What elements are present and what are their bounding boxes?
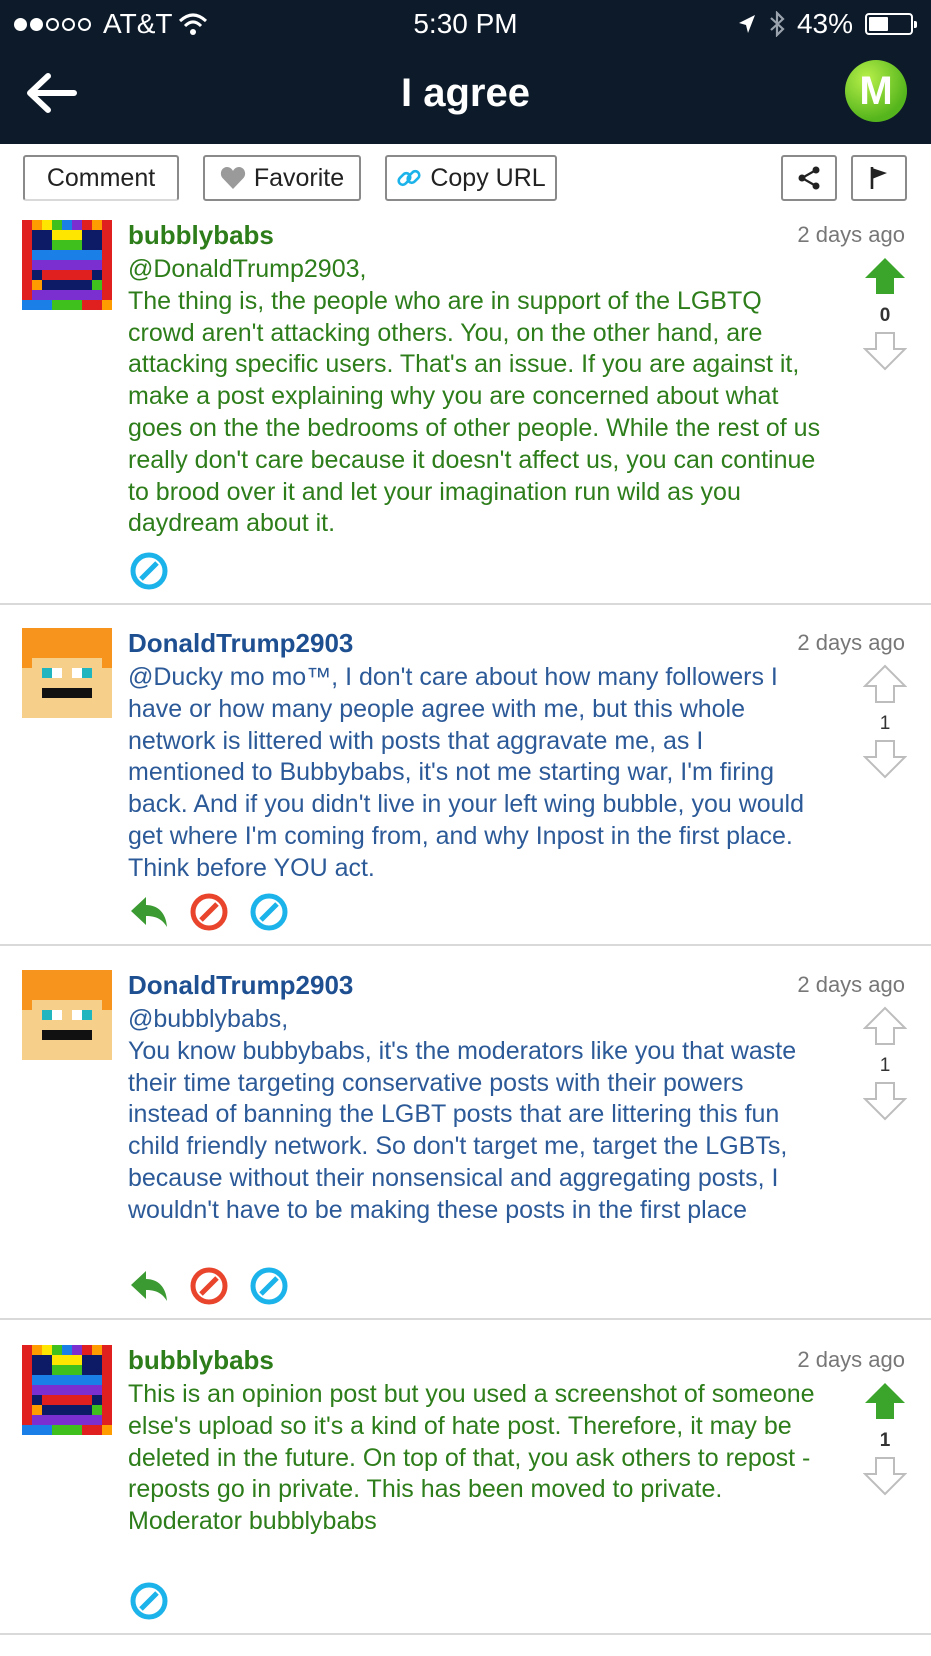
hide-icon[interactable] — [248, 891, 290, 933]
downvote-arrow-icon[interactable] — [862, 331, 908, 371]
heart-icon — [220, 167, 245, 189]
comment-text: This is an opinion post but you used a s… — [128, 1380, 815, 1536]
battery-icon — [865, 13, 917, 35]
status-bar: AT&T 5:30 PM 43% — [0, 0, 931, 46]
comment-item: DonaldTrump2903 2 days ago @bubblybabs, … — [0, 970, 931, 1320]
downvote-arrow-icon[interactable] — [862, 1081, 908, 1121]
avatar[interactable] — [22, 220, 112, 310]
avatar[interactable] — [22, 628, 112, 718]
downvote-arrow-icon[interactable] — [862, 739, 908, 779]
hide-icon[interactable] — [128, 550, 170, 592]
block-icon[interactable] — [188, 1265, 230, 1307]
avatar[interactable] — [22, 970, 112, 1060]
app-logo[interactable]: M — [845, 60, 907, 122]
vote-box: 0 — [861, 256, 909, 376]
username[interactable]: bubblybabs — [128, 220, 274, 251]
reply-icon[interactable] — [128, 1265, 170, 1307]
vote-count: 0 — [879, 305, 891, 326]
vote-box: 1 — [861, 1381, 909, 1501]
link-icon — [397, 169, 421, 187]
copy-url-button[interactable]: Copy URL — [385, 155, 557, 201]
vote-count: 1 — [879, 1430, 891, 1451]
timestamp: 2 days ago — [797, 222, 905, 247]
comment-text: @bubblybabs, You know bubbybabs, it's th… — [128, 1005, 797, 1224]
battery-percent: 43% — [796, 8, 853, 39]
reply-icon[interactable] — [128, 891, 170, 933]
comment-item: DonaldTrump2903 2 days ago @Ducky mo mo™… — [0, 628, 931, 946]
flag-icon — [870, 167, 887, 189]
avatar[interactable] — [22, 1345, 112, 1435]
favorite-button[interactable]: Favorite — [203, 155, 361, 201]
vote-count: 1 — [879, 1055, 891, 1076]
hide-icon[interactable] — [248, 1265, 290, 1307]
comment-button[interactable]: Comment — [23, 155, 179, 201]
vote-count: 1 — [879, 713, 891, 734]
upvote-arrow-icon[interactable] — [862, 1006, 908, 1046]
block-icon[interactable] — [188, 891, 230, 933]
downvote-arrow-icon[interactable] — [862, 1456, 908, 1496]
timestamp: 2 days ago — [797, 630, 905, 655]
upvote-arrow-icon[interactable] — [863, 256, 907, 296]
nav-bar: I agree M — [0, 46, 931, 144]
share-icon — [798, 166, 820, 190]
hide-icon[interactable] — [128, 1580, 170, 1622]
username[interactable]: DonaldTrump2903 — [128, 628, 353, 659]
vote-box: 1 — [861, 664, 909, 784]
comment-item: bubblybabs 2 days ago @DonaldTrump2903, … — [0, 220, 931, 605]
comment-text: @DonaldTrump2903, The thing is, the peop… — [128, 255, 821, 538]
vote-box: 1 — [861, 1006, 909, 1126]
share-button[interactable] — [781, 155, 837, 201]
top-bar: AT&T 5:30 PM 43% I agree M — [0, 0, 931, 144]
report-button[interactable] — [851, 155, 907, 201]
bluetooth-icon — [770, 11, 785, 37]
comment-item: bubblybabs 2 days ago This is an opinion… — [0, 1345, 931, 1635]
timestamp: 2 days ago — [797, 972, 905, 997]
username[interactable]: bubblybabs — [128, 1345, 274, 1376]
timestamp: 2 days ago — [797, 1347, 905, 1372]
location-icon — [738, 15, 755, 33]
upvote-arrow-icon[interactable] — [863, 1381, 907, 1421]
username[interactable]: DonaldTrump2903 — [128, 970, 353, 1001]
action-bar: Comment Favorite Copy URL — [0, 144, 931, 212]
upvote-arrow-icon[interactable] — [862, 664, 908, 704]
comment-text: @Ducky mo mo™, I don't care about how ma… — [128, 663, 811, 882]
page-title: I agree — [401, 71, 530, 115]
